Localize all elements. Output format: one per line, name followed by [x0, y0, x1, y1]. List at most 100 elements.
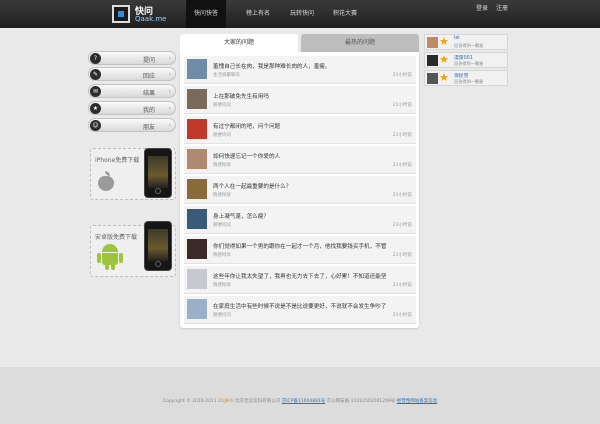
- chevron-right-icon: ›: [168, 105, 171, 112]
- logo-icon: [112, 5, 130, 23]
- question-category: 情感倾诉: [213, 283, 231, 288]
- question-title[interactable]: 如何快速忘记一个你爱的人: [213, 152, 413, 160]
- avatar[interactable]: [427, 37, 438, 48]
- avatar[interactable]: [427, 73, 438, 84]
- question-time: 21小时前: [392, 283, 412, 288]
- sidebar-item-ask[interactable]: ? 提问 ›: [88, 51, 176, 65]
- question-title[interactable]: 身上凝气蓬，怎么瘦？: [213, 212, 413, 220]
- question-time: 21小时前: [392, 163, 412, 168]
- question-thumbnail: [187, 269, 207, 289]
- question-title[interactable]: 在家庭生活中有些时候不说是不是比说要更好，不说就不会发生争吵了: [213, 302, 413, 310]
- police-record: 京公网安备 11010502001209号: [326, 399, 396, 404]
- question-item[interactable]: 你们觉得如果一个男的跟你在一起才一个月，他找我要钱买手机，不管 情感倾诉 21小…: [184, 236, 416, 264]
- logo-domain: Qaak.me: [135, 15, 167, 23]
- sidebar-item-results[interactable]: ✉ 结果 ›: [88, 84, 176, 98]
- sidebar-item-friends[interactable]: ☺ 朋友 ›: [88, 118, 176, 132]
- question-time: 21小时前: [392, 253, 412, 258]
- question-title[interactable]: 你们觉得如果一个男的跟你在一起才一个月，他找我要钱买手机，不管: [213, 242, 413, 250]
- copyright: Copyright © 2010-2011: [162, 399, 217, 404]
- question-thumbnail: [187, 59, 207, 79]
- question-time: 21小时前: [392, 103, 412, 108]
- nav-ranking[interactable]: 榜上有名: [246, 0, 270, 28]
- sidebar-item-label: 回应: [143, 73, 156, 80]
- user-name[interactable]: 保捉雪: [454, 72, 468, 79]
- android-phone-image: [144, 221, 172, 271]
- mail-icon: ✉: [90, 86, 101, 97]
- star-icon: ★: [439, 35, 449, 48]
- nav-contest[interactable]: 积花大赛: [333, 0, 357, 28]
- sidebar-item-label: 提问: [143, 57, 156, 64]
- question-thumbnail: [187, 89, 207, 109]
- user-name[interactable]: lei: [454, 36, 460, 41]
- question-thumbnail: [187, 179, 207, 199]
- question-category: 生活很聚聊天: [213, 73, 240, 78]
- user-card[interactable]: ★ lei 回答得到一颗星: [424, 34, 508, 50]
- user-desc: 回答得到一颗星: [454, 79, 484, 84]
- question-category: 随便问问: [213, 223, 231, 228]
- question-item[interactable]: 有过宁都闭的吧，问个问题 随便问问 21小时前: [184, 116, 416, 144]
- star-icon: ★: [439, 71, 449, 84]
- question-thumbnail: [187, 299, 207, 319]
- sidebar-item-label: 结果: [143, 90, 156, 97]
- question-category: 情感倾诉: [213, 163, 231, 168]
- company-name: 北京至远信科有限公司: [235, 399, 281, 404]
- question-thumbnail: [187, 149, 207, 169]
- question-time: 21小时前: [392, 313, 412, 318]
- question-title[interactable]: 羞愧自己长在肉，我是那种难长肉的人，羞瘦。: [213, 62, 413, 70]
- avatar[interactable]: [427, 55, 438, 66]
- chevron-right-icon: ›: [168, 55, 171, 62]
- iphone-image: [144, 148, 172, 198]
- top-bar: 快问 Qaak.me 快问快答 榜上有名 玩转快问 积花大赛 登录 注册: [0, 0, 600, 28]
- iphone-download-label: iPhone免费下载: [95, 157, 140, 164]
- pencil-icon: ✎: [90, 69, 101, 80]
- question-feed: 羞愧自己长在肉，我是那种难长肉的人，羞瘦。 生活很聚聊天 21小时前 上在那破免…: [180, 52, 419, 328]
- question-title[interactable]: 有过宁都闭的吧，问个问题: [213, 122, 413, 130]
- question-title[interactable]: 两个人在一起最重要的是什么？: [213, 182, 413, 190]
- question-time: 21小时前: [392, 133, 412, 138]
- question-item[interactable]: 在家庭生活中有些时候不说是不是比说要更好，不说就不会发生争吵了 随便问问 21小…: [184, 296, 416, 324]
- footer: Copyright © 2010-2011 ZUJIHU 北京至远信科有限公司 …: [0, 367, 600, 424]
- cert-link[interactable]: 经营性网站备案信息: [397, 399, 438, 404]
- question-item[interactable]: 羞愧自己长在肉，我是那种难长肉的人，羞瘦。 生活很聚聊天 21小时前: [184, 56, 416, 84]
- icp-link[interactable]: 京ICP备11004881号: [282, 399, 326, 404]
- brand-link[interactable]: ZUJIHU: [218, 399, 234, 404]
- sidebar-item-respond[interactable]: ✎ 回应 ›: [88, 67, 176, 81]
- question-item[interactable]: 两个人在一起最重要的是什么？ 情感倾诉 21小时前: [184, 176, 416, 204]
- friends-icon: ☺: [90, 120, 101, 131]
- chevron-right-icon: ›: [168, 88, 171, 95]
- question-category: 随便问问: [213, 133, 231, 138]
- question-thumbnail: [187, 239, 207, 259]
- auth-links: 登录 注册: [470, 0, 508, 28]
- nav-qa[interactable]: 快问快答: [186, 0, 226, 28]
- question-title[interactable]: 这些年你让我太失望了，我再也无力去下去了，心好累！不知道还能坚: [213, 272, 413, 280]
- chevron-right-icon: ›: [168, 122, 171, 129]
- question-category: 随便问问: [213, 313, 231, 318]
- question-category: 情感倾诉: [213, 193, 231, 198]
- question-item[interactable]: 身上凝气蓬，怎么瘦？ 随便问问 23小时前: [184, 206, 416, 234]
- question-time: 21小时前: [392, 193, 412, 198]
- tab-all-questions[interactable]: 大家的问题: [180, 34, 298, 52]
- chevron-right-icon: ›: [168, 71, 171, 78]
- user-card[interactable]: ★ 保捉雪 回答得到一颗星: [424, 70, 508, 86]
- sidebar-item-label: 朋友: [143, 124, 156, 131]
- android-download-label: 安卓版免费下载: [95, 234, 138, 241]
- sidebar-item-mine[interactable]: ★ 我的 ›: [88, 101, 176, 115]
- question-item[interactable]: 上在那破免先生有用吗 随便问问 21小时前: [184, 86, 416, 114]
- question-category: 情感倾诉: [213, 253, 231, 258]
- question-item[interactable]: 如何快速忘记一个你爱的人 情感倾诉 21小时前: [184, 146, 416, 174]
- user-card[interactable]: ★ 漫雷001 回答得到一颗星: [424, 52, 508, 68]
- sidebar-item-label: 我的: [143, 107, 156, 114]
- question-time: 23小时前: [392, 223, 412, 228]
- user-desc: 回答得到一颗星: [454, 43, 484, 48]
- question-item[interactable]: 这些年你让我太失望了，我再也无力去下去了，心好累！不知道还能坚 情感倾诉 21小…: [184, 266, 416, 294]
- question-category: 随便问问: [213, 103, 231, 108]
- question-thumbnail: [187, 209, 207, 229]
- site-logo[interactable]: 快问 Qaak.me: [112, 4, 190, 24]
- register-link[interactable]: 注册: [496, 5, 508, 12]
- nav-play[interactable]: 玩转快问: [290, 0, 314, 28]
- user-name[interactable]: 漫雷001: [454, 54, 473, 61]
- tab-hot-questions[interactable]: 最热的问题: [301, 34, 419, 52]
- login-link[interactable]: 登录: [476, 5, 488, 12]
- question-time: 21小时前: [392, 73, 412, 78]
- question-title[interactable]: 上在那破免先生有用吗: [213, 92, 413, 100]
